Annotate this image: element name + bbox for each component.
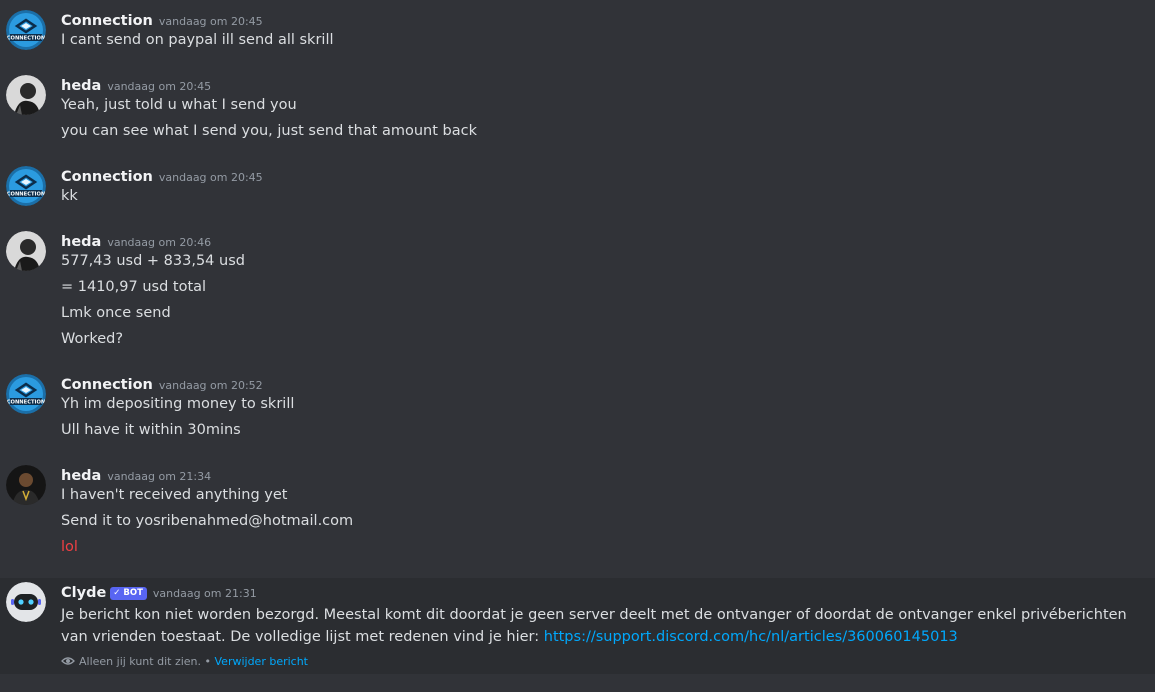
chat-message-list: CONNECTION Connection vandaag om 20:45 I … — [0, 0, 1155, 692]
message-text: Yh im depositing money to skrill — [61, 396, 295, 412]
avatar[interactable] — [6, 465, 46, 505]
timestamp: vandaag om 20:45 — [158, 15, 263, 28]
message-text: Worked? — [61, 331, 124, 347]
separator: • — [201, 655, 215, 668]
avatar-logo-text: CONNECTION — [7, 36, 45, 42]
clyde-message-text: Je bericht kon niet worden bezorgd. Mees… — [61, 604, 1151, 648]
ephemeral-notice: Alleen jij kunt dit zien. • Verwijder be… — [61, 654, 308, 668]
message-header: heda vandaag om 21:34 — [61, 465, 211, 485]
avatar[interactable] — [6, 75, 46, 115]
message-text: Ull have it within 30mins — [61, 422, 241, 438]
heda-photo-icon — [6, 465, 46, 505]
username[interactable]: heda — [61, 78, 101, 94]
message-text: 577,43 usd + 833,54 usd — [61, 253, 245, 269]
support-link[interactable]: https://support.discord.com/hc/nl/articl… — [544, 629, 958, 645]
timestamp: vandaag om 20:45 — [107, 80, 212, 93]
message-text: you can see what I send you, just send t… — [61, 123, 477, 139]
message-text: I haven't received anything yet — [61, 487, 288, 503]
username[interactable]: Connection — [61, 169, 153, 185]
message-text: = 1410,97 usd total — [61, 279, 207, 295]
username[interactable]: Connection — [61, 377, 153, 393]
avatar[interactable]: CONNECTION — [6, 166, 46, 206]
message-text: I cant send on paypal ill send all skril… — [61, 32, 334, 48]
clyde-avatar[interactable] — [6, 582, 46, 622]
timestamp: vandaag om 21:31 — [152, 587, 257, 600]
username[interactable]: Clyde — [61, 585, 106, 601]
avatar-logo-text: CONNECTION — [7, 400, 45, 406]
timestamp: vandaag om 20:46 — [107, 236, 212, 249]
failed-message-text: lol — [61, 539, 78, 555]
username[interactable]: heda — [61, 468, 101, 484]
heda-photo-icon — [6, 75, 46, 115]
heda-photo-icon — [6, 231, 46, 271]
username[interactable]: Connection — [61, 13, 153, 29]
message-text: kk — [61, 188, 78, 204]
check-icon: ✓ — [113, 588, 121, 598]
avatar[interactable]: CONNECTION — [6, 374, 46, 414]
message-header: Connection vandaag om 20:45 — [61, 166, 263, 186]
timestamp: vandaag om 20:52 — [158, 379, 263, 392]
message-header: Connection vandaag om 20:45 — [61, 10, 263, 30]
message-text: Yeah, just told u what I send you — [61, 97, 297, 113]
only-you-can-see-label: Alleen jij kunt dit zien. — [79, 655, 202, 668]
connection-logo-icon: CONNECTION — [6, 166, 46, 206]
bot-badge: ✓ BOT — [110, 587, 147, 600]
eye-icon — [61, 657, 75, 665]
message-header: Connection vandaag om 20:52 — [61, 374, 263, 394]
message-header: Clyde ✓ BOT vandaag om 21:31 — [61, 582, 257, 602]
avatar[interactable]: CONNECTION — [6, 10, 46, 50]
message-text: Send it to yosribenahmed@hotmail.com — [61, 513, 354, 529]
avatar[interactable] — [6, 231, 46, 271]
message-text: Lmk once send — [61, 305, 171, 321]
clyde-bot-icon — [6, 582, 46, 622]
message-header: heda vandaag om 20:45 — [61, 75, 211, 95]
message-header: heda vandaag om 20:46 — [61, 231, 211, 251]
avatar-logo-text: CONNECTION — [7, 192, 45, 198]
username[interactable]: heda — [61, 234, 101, 250]
delete-message-link[interactable]: Verwijder bericht — [215, 655, 309, 668]
timestamp: vandaag om 20:45 — [158, 171, 263, 184]
connection-logo-icon: CONNECTION — [6, 10, 46, 50]
timestamp: vandaag om 21:34 — [107, 470, 212, 483]
bot-tag-label: BOT — [123, 588, 143, 598]
connection-logo-icon: CONNECTION — [6, 374, 46, 414]
